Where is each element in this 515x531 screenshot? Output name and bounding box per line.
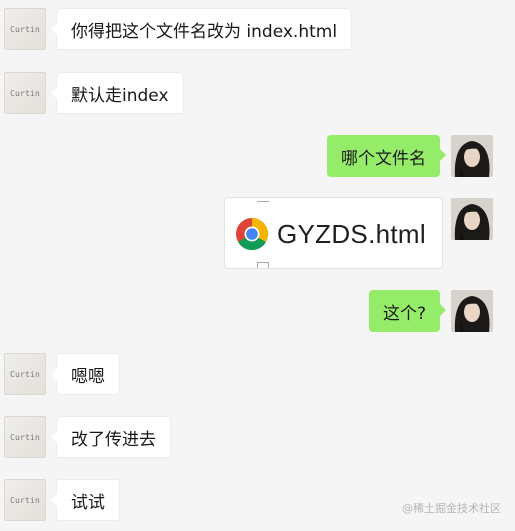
contact-avatar[interactable]: Curtin (4, 416, 46, 458)
message-bubble-incoming[interactable]: 改了传进去 (51, 416, 171, 458)
file-name: GYZDS.html (277, 219, 426, 249)
divider (257, 198, 269, 202)
message-bubble-outgoing[interactable]: 这个? (368, 290, 447, 332)
avatar-label: Curtin (9, 495, 41, 505)
avatar-label: Curtin (9, 369, 41, 379)
message-bubble-incoming[interactable]: 默认走index (51, 72, 184, 114)
message-bubble-outgoing[interactable]: 哪个文件名 (327, 135, 446, 177)
message-text: 哪个文件名 (341, 148, 426, 169)
contact-avatar[interactable]: Curtin (4, 72, 46, 114)
message-text: 嗯嗯 (71, 366, 105, 387)
chrome-icon (235, 217, 269, 255)
watermark: @稀土掘金技术社区 (402, 502, 501, 515)
avatar-label: Curtin (9, 88, 41, 98)
message-text: 试试 (71, 492, 105, 513)
message-text: 改了传进去 (71, 429, 156, 450)
contact-avatar[interactable]: Curtin (4, 479, 46, 521)
message-bubble-incoming[interactable]: 试试 (51, 479, 120, 521)
user-avatar[interactable] (451, 198, 493, 240)
avatar-label: Curtin (9, 24, 41, 34)
contact-avatar[interactable]: Curtin (4, 8, 46, 50)
message-bubble-incoming[interactable]: 你得把这个文件名改为 index.html (50, 8, 353, 50)
message-text: 你得把这个文件名改为 index.html (71, 21, 338, 42)
message-text: 默认走index (71, 85, 169, 106)
file-message-card[interactable]: GYZDS.html (224, 197, 443, 269)
contact-avatar[interactable]: Curtin (4, 353, 46, 395)
message-bubble-incoming[interactable]: 嗯嗯 (51, 353, 120, 395)
user-avatar[interactable] (451, 135, 493, 177)
avatar-label: Curtin (9, 432, 41, 442)
user-avatar[interactable] (451, 290, 493, 332)
message-text: 这个? (382, 303, 426, 324)
file-icon-fragment (257, 262, 269, 268)
